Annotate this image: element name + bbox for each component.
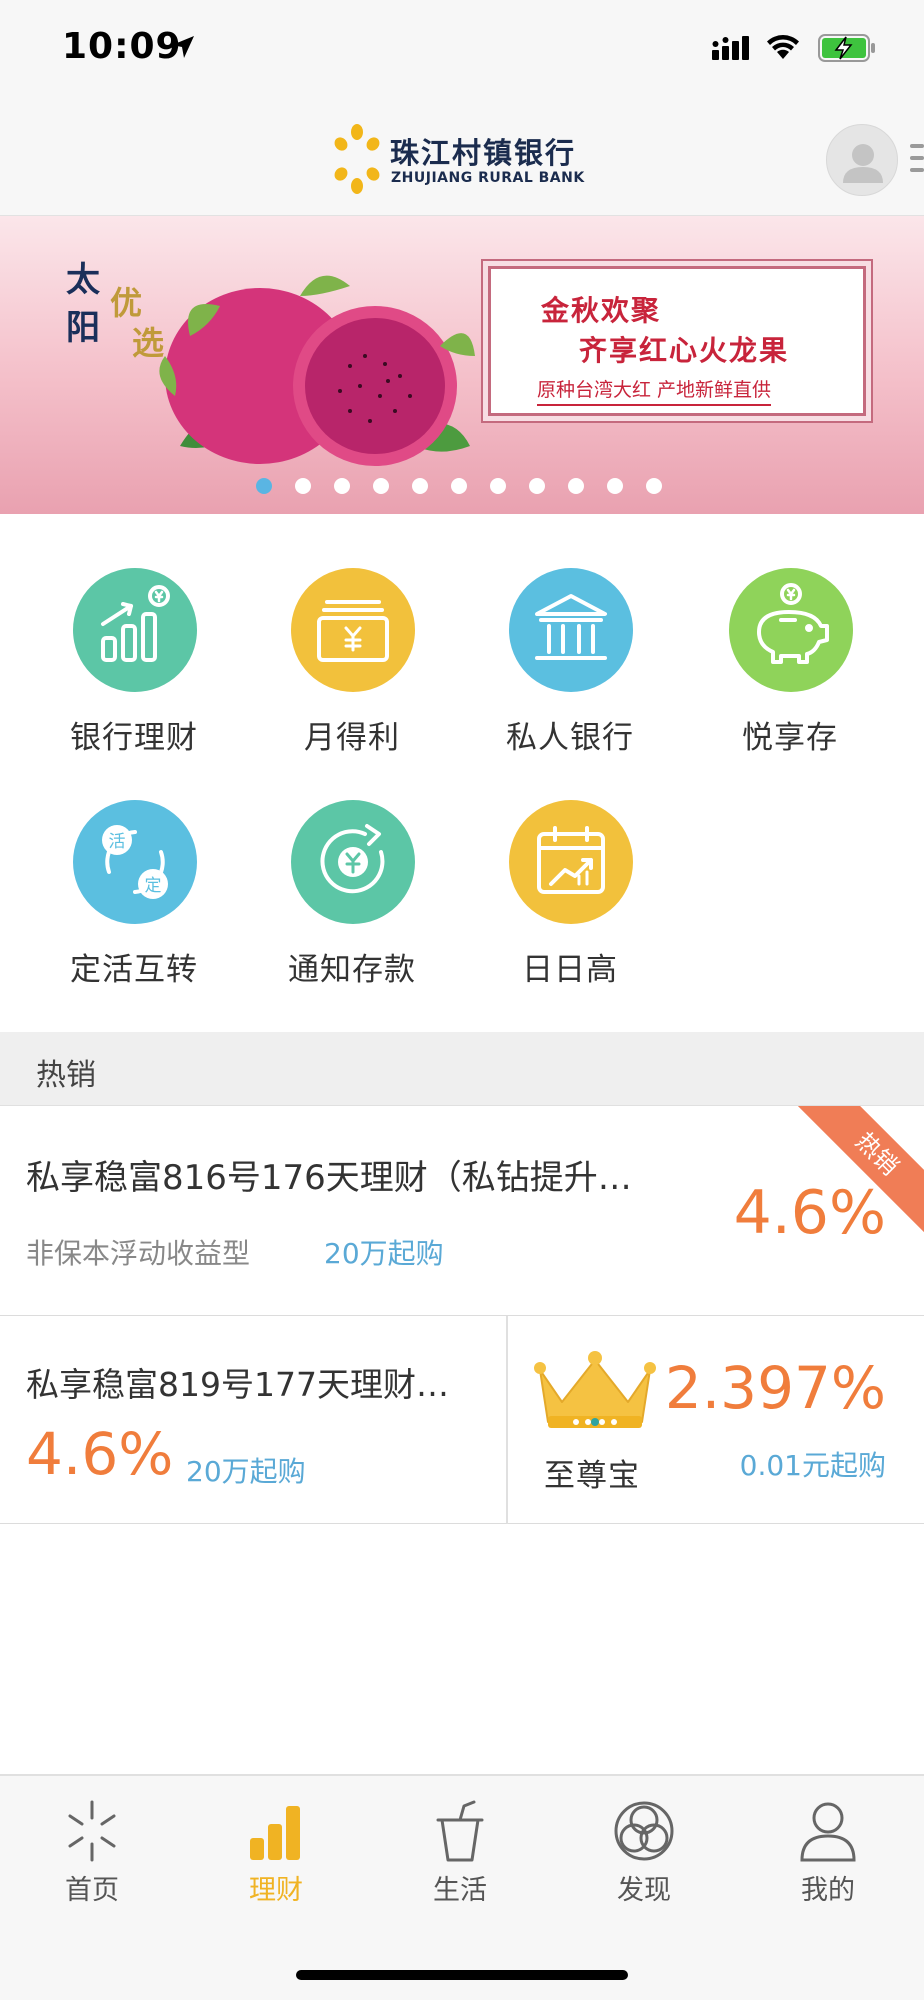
tab-life[interactable]: 生活: [368, 1798, 552, 1918]
wealth-chart-icon: [73, 568, 197, 692]
carousel-dot[interactable]: [451, 478, 467, 494]
wallet-yuan-icon: [291, 568, 415, 692]
cellular-signal-icon: [712, 36, 752, 64]
bank-name-en: ZHUJIANG RURAL BANK: [391, 170, 585, 186]
tab-label: 理财: [249, 1875, 303, 1906]
product-name: 至尊宝: [544, 1458, 640, 1494]
person-icon: [736, 1798, 920, 1864]
product-rate: 2.397%: [664, 1354, 886, 1422]
exchange-circle-icon: 活 定: [73, 800, 197, 924]
carousel-dot[interactable]: [295, 478, 311, 494]
svg-text:活: 活: [109, 832, 126, 852]
status-time: 10:09: [62, 26, 182, 67]
bank-logo-icon: [334, 124, 380, 198]
battery-icon: [818, 34, 876, 66]
bottom-tab-bar: 首页 理财 生活 发现 我的: [0, 1774, 924, 2000]
product-min-purchase: 20万起购: [186, 1455, 306, 1488]
carousel-dot[interactable]: [334, 478, 350, 494]
product-min-purchase: 20万起购: [324, 1237, 444, 1270]
carousel-dot[interactable]: [607, 478, 623, 494]
product-grid: 银行理财 月得利 私人银行 悦享存 活 定 定活互转 通知存款 日日高: [0, 514, 924, 1032]
location-arrow-icon: [170, 34, 196, 64]
tab-mine[interactable]: 我的: [736, 1798, 920, 1918]
grid-item-label: 定活互转: [70, 952, 198, 988]
tab-label: 我的: [801, 1875, 855, 1906]
bank-name-cn: 珠江村镇银行: [390, 136, 577, 170]
grid-item-label: 悦享存: [742, 720, 838, 756]
grid-item-fixed-current-transfer[interactable]: 活 定 定活互转: [24, 746, 244, 988]
banner-headline: 金秋欢聚: [541, 294, 662, 327]
product-rate: 4.6%: [733, 1178, 886, 1248]
tab-home[interactable]: 首页: [0, 1798, 184, 1918]
discover-rings-icon: [552, 1798, 736, 1864]
tab-discover[interactable]: 发现: [552, 1798, 736, 1918]
content-spacer: [0, 1524, 924, 1774]
product-min-purchase: 0.01元起购: [739, 1449, 886, 1482]
banner-title-char: 太: [66, 260, 100, 300]
coin-cycle-icon: [291, 800, 415, 924]
product-name: 私享稳富816号176天理财（私钻提升…: [26, 1158, 632, 1198]
dragon-fruit-image: [150, 256, 480, 490]
grid-item-private-bank[interactable]: 私人银行: [460, 514, 680, 756]
tab-label: 生活: [433, 1875, 487, 1906]
product-card-2[interactable]: 私享稳富819号177天理财… 4.6% 20万起购: [0, 1316, 508, 1524]
carousel-dot[interactable]: [412, 478, 428, 494]
bank-building-icon: [509, 568, 633, 692]
home-sparkle-icon: [0, 1798, 184, 1864]
grid-item-label: 通知存款: [288, 952, 416, 988]
product-rate: 4.6%: [26, 1420, 174, 1488]
home-indicator[interactable]: [296, 1970, 628, 1980]
carousel-dot[interactable]: [529, 478, 545, 494]
banner-caption: 原种台湾大红 产地新鲜直供: [537, 375, 772, 406]
menu-icon[interactable]: [910, 144, 924, 180]
tab-label: 发现: [617, 1875, 671, 1906]
carousel-dot[interactable]: [646, 478, 662, 494]
hot-section-header: 热销: [0, 1032, 924, 1106]
grid-item-daily-high[interactable]: 日日高: [460, 746, 680, 988]
carousel-dot[interactable]: [256, 478, 272, 494]
tab-label: 首页: [65, 1875, 119, 1906]
cup-icon: [368, 1798, 552, 1864]
grid-item-label: 日日高: [522, 952, 618, 988]
carousel-dot[interactable]: [490, 478, 506, 494]
grid-item-monthly-profit[interactable]: 月得利: [242, 514, 462, 756]
tab-wealth[interactable]: 理财: [184, 1798, 368, 1918]
grid-item-bank-wealth[interactable]: 银行理财: [24, 514, 244, 756]
status-bar: 10:09: [0, 0, 924, 100]
banner-title-char: 阳: [66, 308, 100, 348]
product-card-3[interactable]: 至尊宝 2.397% 0.01元起购: [508, 1316, 924, 1524]
wifi-icon: [764, 32, 802, 64]
grid-item-joy-deposit[interactable]: 悦享存: [680, 514, 900, 756]
hot-section-title: 热销: [36, 1058, 96, 1093]
carousel-dot[interactable]: [568, 478, 584, 494]
product-type: 非保本浮动收益型: [26, 1237, 251, 1270]
bar-chart-icon: [184, 1798, 368, 1864]
product-name: 私享稳富819号177天理财…: [26, 1365, 449, 1404]
piggy-bank-icon: [729, 568, 853, 692]
calendar-growth-icon: [509, 800, 633, 924]
banner-subheadline: 齐享红心火龙果: [579, 334, 790, 367]
avatar[interactable]: [826, 124, 898, 196]
app-header: 珠江村镇银行 ZHUJIANG RURAL BANK: [0, 100, 924, 216]
carousel-dot[interactable]: [373, 478, 389, 494]
svg-text:定: 定: [145, 876, 162, 896]
promo-banner[interactable]: 太 阳 优 选 金秋欢聚 齐享红心火龙果 原种台湾大红 产地新鲜直供: [0, 216, 924, 514]
banner-promo-card: 金秋欢聚 齐享红心火龙果 原种台湾大红 产地新鲜直供: [488, 266, 866, 416]
product-card-1[interactable]: 私享稳富816号176天理财（私钻提升… 非保本浮动收益型 20万起购 4.6%…: [0, 1106, 924, 1316]
grid-item-notice-deposit[interactable]: 通知存款: [242, 746, 462, 988]
crown-icon: [530, 1346, 660, 1440]
